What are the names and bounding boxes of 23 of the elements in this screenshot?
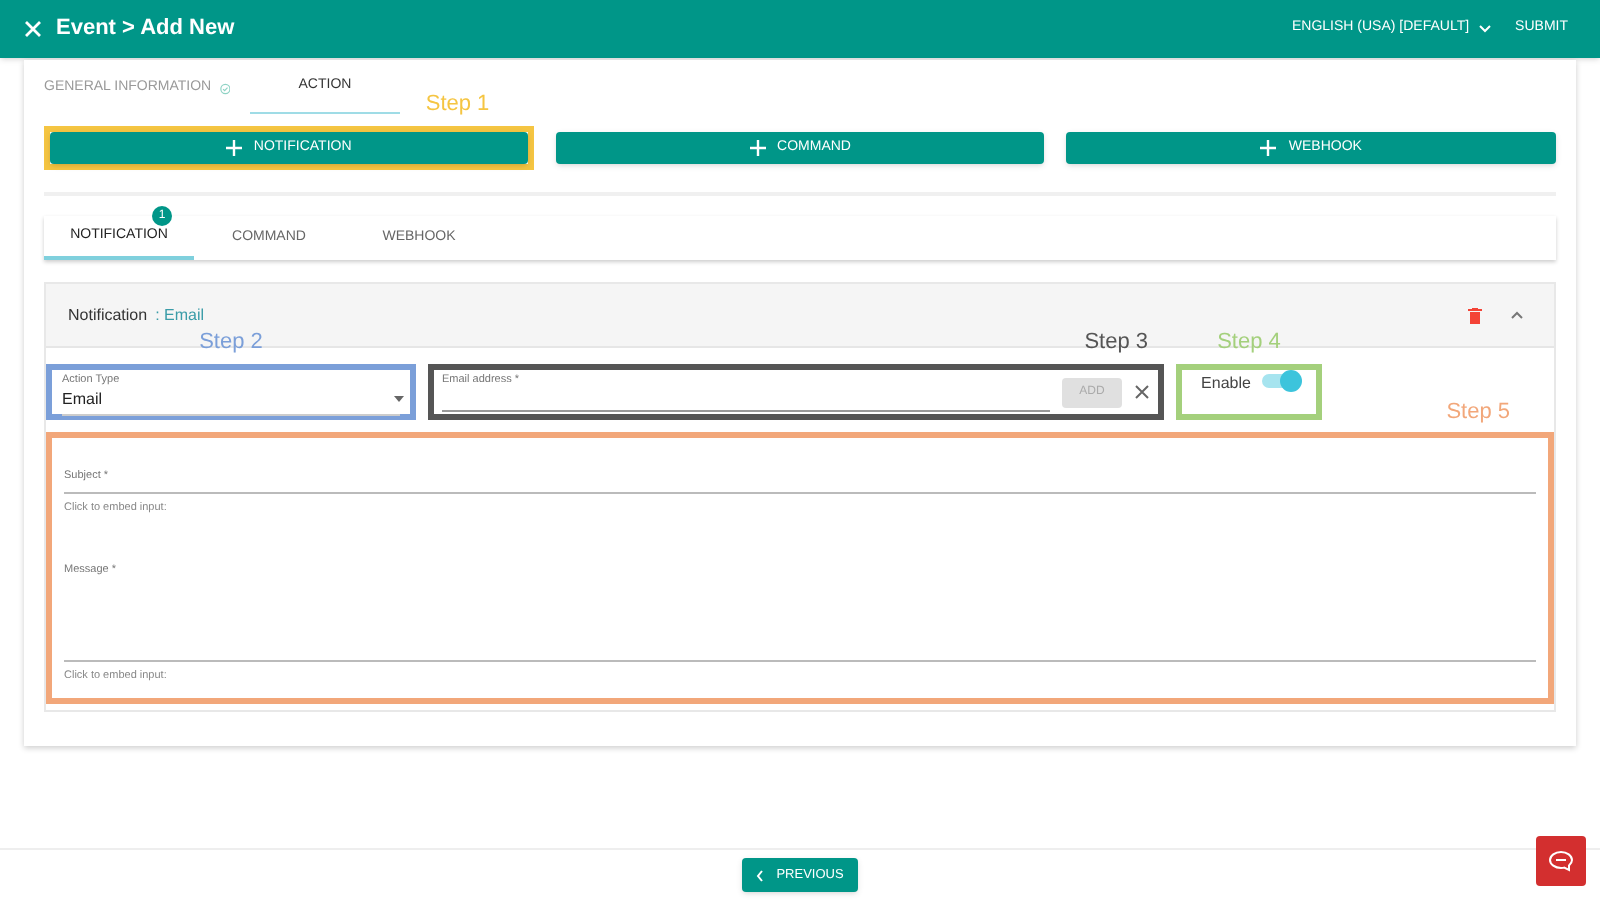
plus-icon xyxy=(1260,140,1277,156)
chat-bubble-icon xyxy=(1548,850,1574,872)
dropdown-caret-icon xyxy=(394,396,404,402)
enable-toggle[interactable] xyxy=(1262,374,1297,388)
clear-icon[interactable] xyxy=(1134,384,1150,400)
chevron-down-icon xyxy=(1477,24,1492,34)
panel-title: Notification xyxy=(68,303,148,327)
plus-icon xyxy=(225,140,242,156)
step-label: Step 2 xyxy=(199,328,263,358)
close-icon[interactable] xyxy=(24,20,42,38)
trash-icon[interactable] xyxy=(1468,307,1482,323)
chevron-up-icon[interactable] xyxy=(1510,310,1524,320)
chat-button[interactable] xyxy=(1536,836,1586,886)
panel-subtitle: : Email xyxy=(155,303,205,327)
step-label: Step 5 xyxy=(1446,398,1510,428)
plus-icon xyxy=(749,140,766,156)
step-label: Step 1 xyxy=(425,90,490,120)
page-title: Event > Add New xyxy=(56,14,235,45)
step-label: Step 3 xyxy=(1084,328,1148,358)
enable-label: Enable xyxy=(1201,372,1251,396)
chevron-left-icon xyxy=(756,869,765,881)
check-circle-icon xyxy=(219,79,230,97)
step-label: Step 4 xyxy=(1217,328,1281,358)
